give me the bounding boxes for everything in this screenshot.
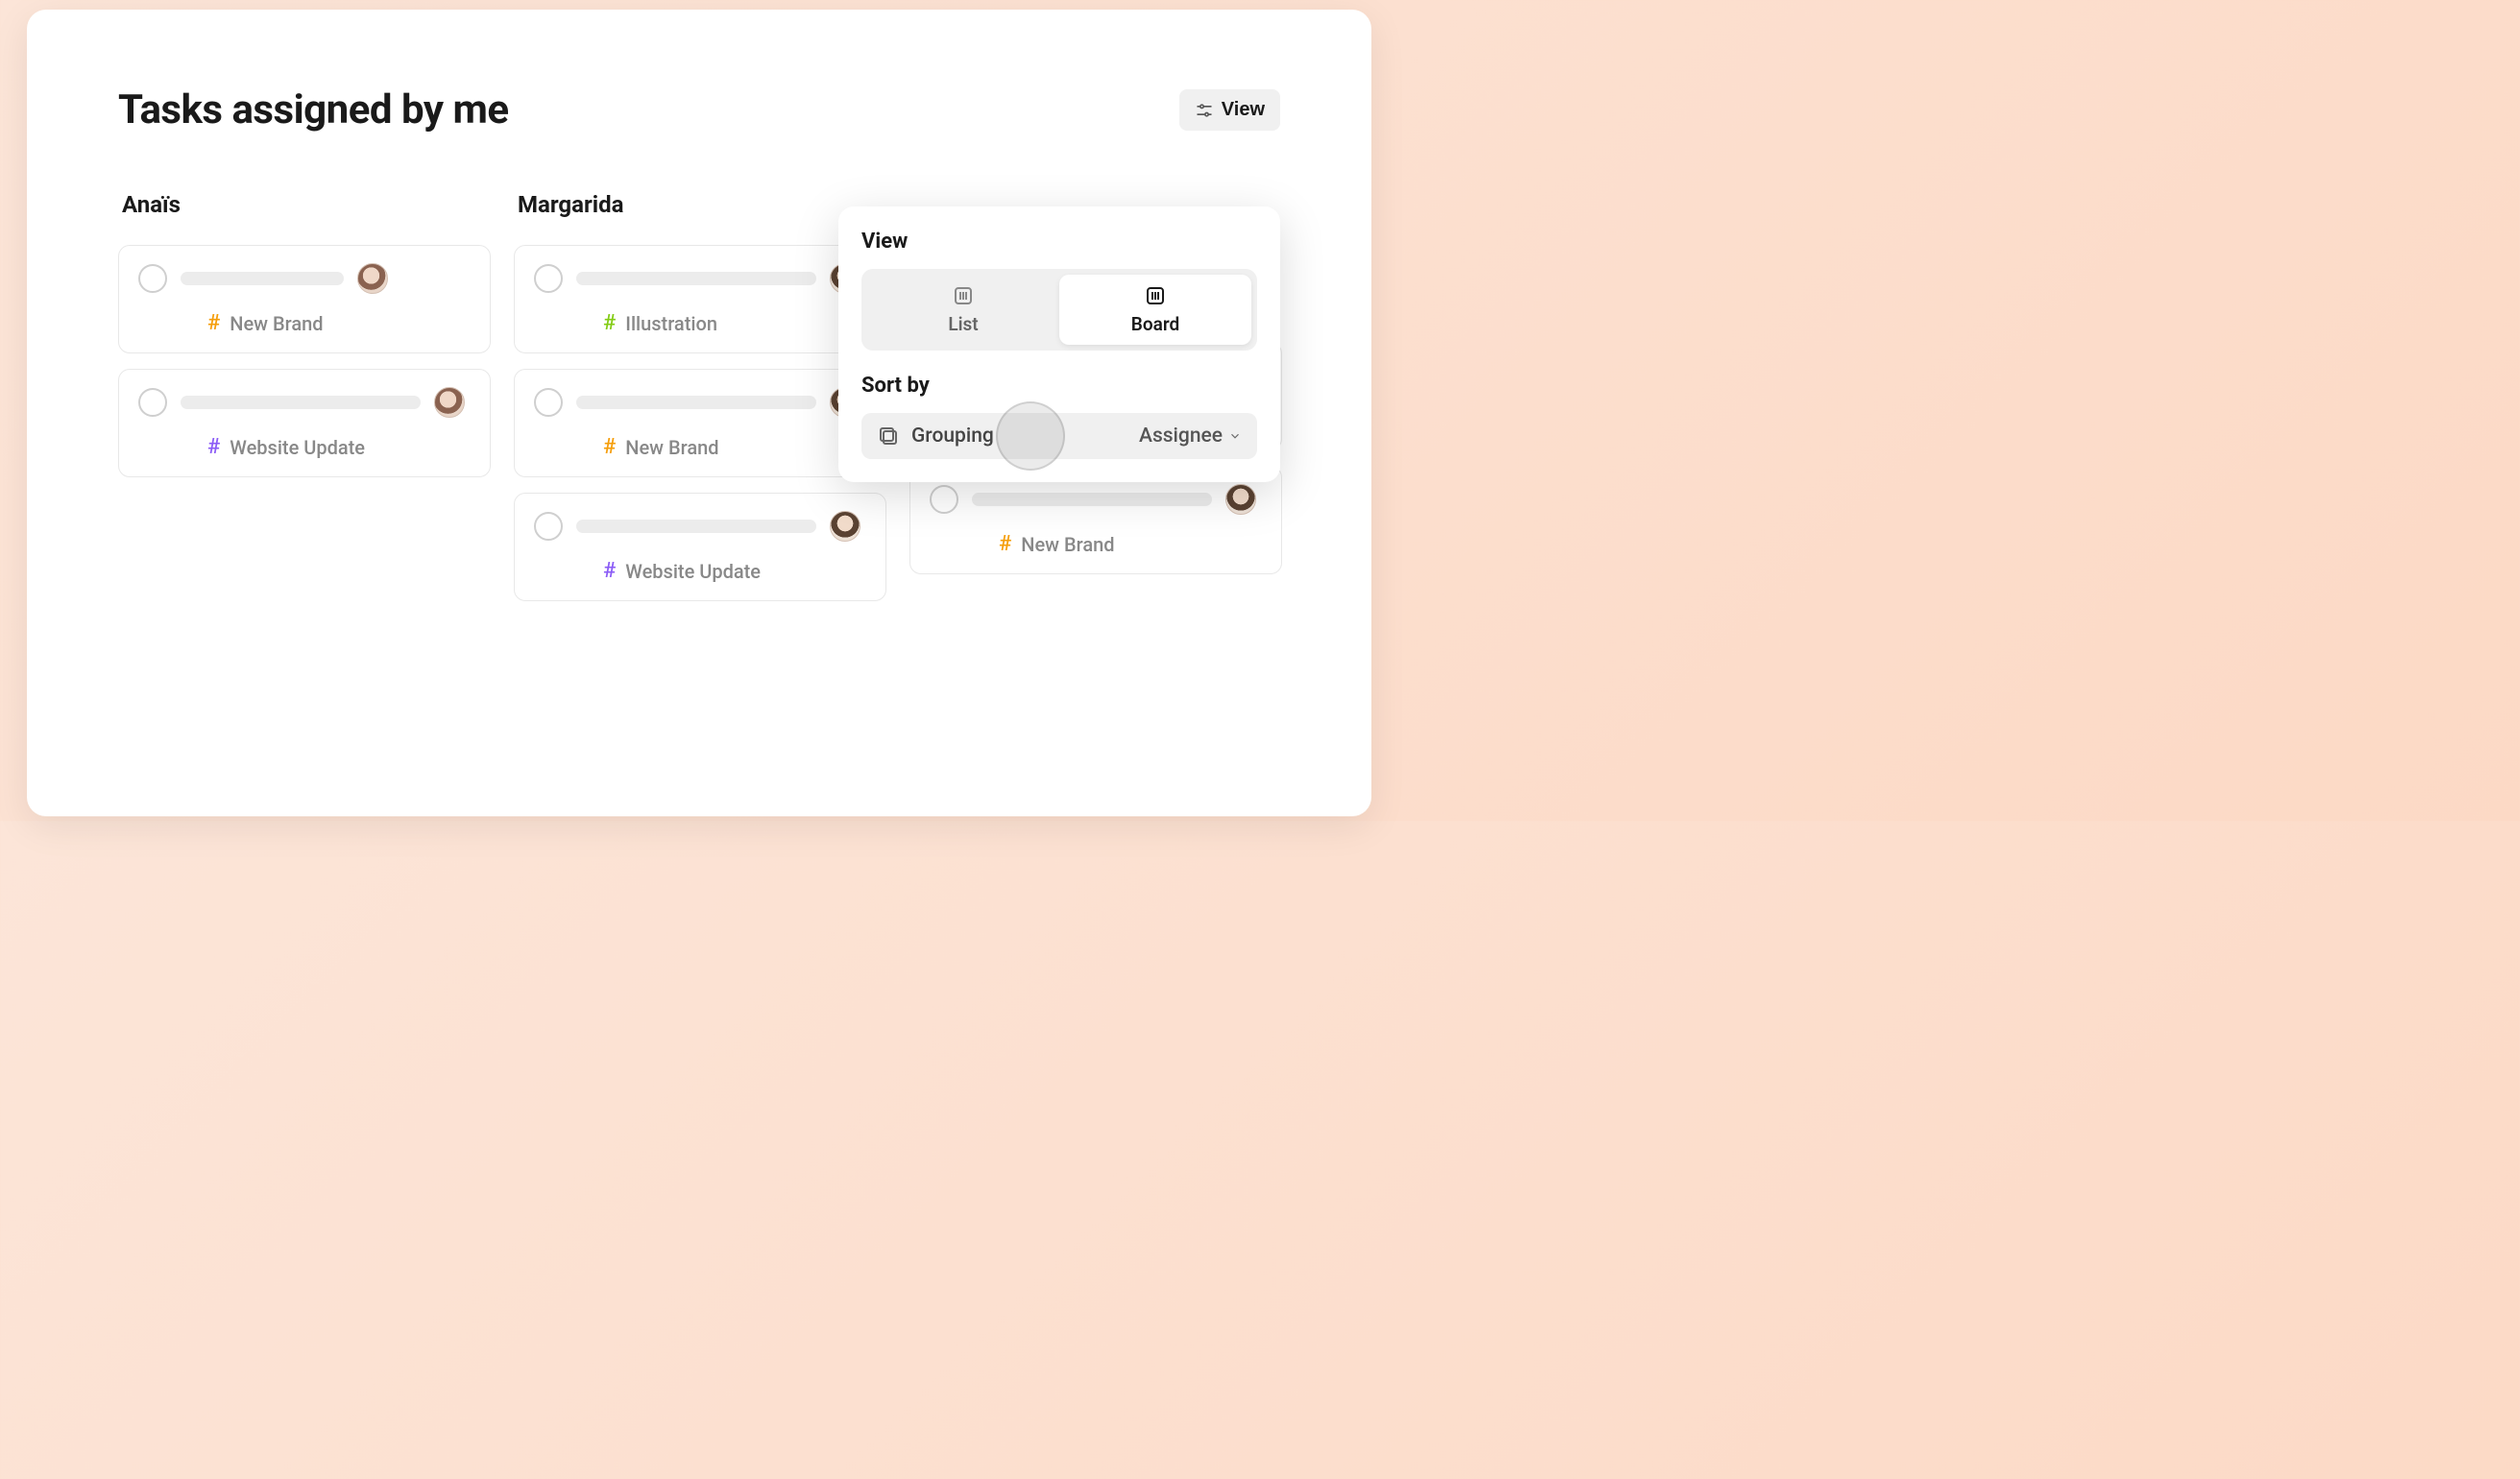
checkbox[interactable] (930, 485, 958, 514)
list-icon (952, 284, 975, 307)
tag-label: Website Update (625, 560, 761, 583)
hash-icon: # (603, 559, 616, 583)
popover-sort-title: Sort by (861, 374, 1257, 398)
checkbox[interactable] (138, 264, 167, 293)
task-card[interactable]: # Website Update (514, 493, 886, 601)
column-margarida: Margarida # Illustration (514, 191, 886, 617)
checkbox[interactable] (534, 388, 563, 417)
card-top (534, 387, 866, 418)
grouping-label: Grouping (911, 424, 994, 448)
tag[interactable]: # Website Update (534, 559, 866, 583)
title-placeholder (576, 396, 816, 409)
page-title: Tasks assigned by me (118, 86, 509, 133)
tag[interactable]: # Website Update (138, 435, 471, 459)
view-option-list[interactable]: List (867, 275, 1059, 345)
sliders-icon (1195, 101, 1214, 120)
tag-label: New Brand (230, 312, 323, 335)
card-top (138, 387, 471, 418)
title-placeholder (181, 396, 421, 409)
view-segmented: List Board (861, 269, 1257, 351)
column-header: Margarida (514, 191, 886, 218)
tag-label: Illustration (625, 312, 717, 335)
task-card[interactable]: # Website Update (118, 369, 491, 477)
tag-label: New Brand (1021, 533, 1114, 556)
column-anais: Anaïs # New Brand # (118, 191, 491, 617)
grouping-selector[interactable]: Grouping Assignee (861, 413, 1257, 459)
title-placeholder (972, 493, 1212, 506)
avatar[interactable] (1225, 484, 1256, 515)
card-top (534, 263, 866, 294)
board-icon (1144, 284, 1167, 307)
click-indicator (996, 401, 1065, 471)
hash-icon: # (207, 311, 220, 335)
popover-view-title: View (861, 230, 1257, 254)
chevron-down-icon (1228, 429, 1242, 443)
checkbox[interactable] (138, 388, 167, 417)
title-placeholder (181, 272, 344, 285)
view-option-list-label: List (948, 313, 978, 335)
checkbox[interactable] (534, 264, 563, 293)
tag[interactable]: # New Brand (138, 311, 471, 335)
column-header: Anaïs (118, 191, 491, 218)
tag-label: Website Update (230, 436, 365, 459)
view-popover: View List Board Sort by (838, 206, 1280, 482)
hash-icon: # (999, 532, 1011, 556)
title-placeholder (576, 272, 816, 285)
card-top (138, 263, 471, 294)
avatar[interactable] (357, 263, 388, 294)
grouping-value: Assignee (1139, 424, 1223, 448)
checkbox[interactable] (534, 512, 563, 541)
tag-label: New Brand (625, 436, 718, 459)
view-option-board-label: Board (1131, 313, 1179, 335)
view-button[interactable]: View (1179, 89, 1280, 131)
card-top (930, 484, 1262, 515)
header-row: Tasks assigned by me View (118, 86, 1280, 133)
avatar[interactable] (830, 511, 860, 542)
grouping-icon (877, 424, 900, 448)
hash-icon: # (603, 311, 616, 335)
card-top (534, 511, 866, 542)
tag[interactable]: # Illustration (534, 311, 866, 335)
tag[interactable]: # New Brand (930, 532, 1262, 556)
tag[interactable]: # New Brand (534, 435, 866, 459)
task-card[interactable]: # New Brand (514, 369, 886, 477)
hash-icon: # (207, 435, 220, 459)
app-window: Tasks assigned by me View Anaïs # New Br… (27, 10, 1371, 816)
title-placeholder (576, 520, 816, 533)
view-button-label: View (1222, 99, 1265, 121)
hash-icon: # (603, 435, 616, 459)
task-card[interactable]: # New Brand (118, 245, 491, 353)
task-card[interactable]: # Illustration (514, 245, 886, 353)
avatar[interactable] (434, 387, 465, 418)
grouping-value-wrap[interactable]: Assignee (1139, 424, 1242, 448)
view-option-board[interactable]: Board (1059, 275, 1251, 345)
